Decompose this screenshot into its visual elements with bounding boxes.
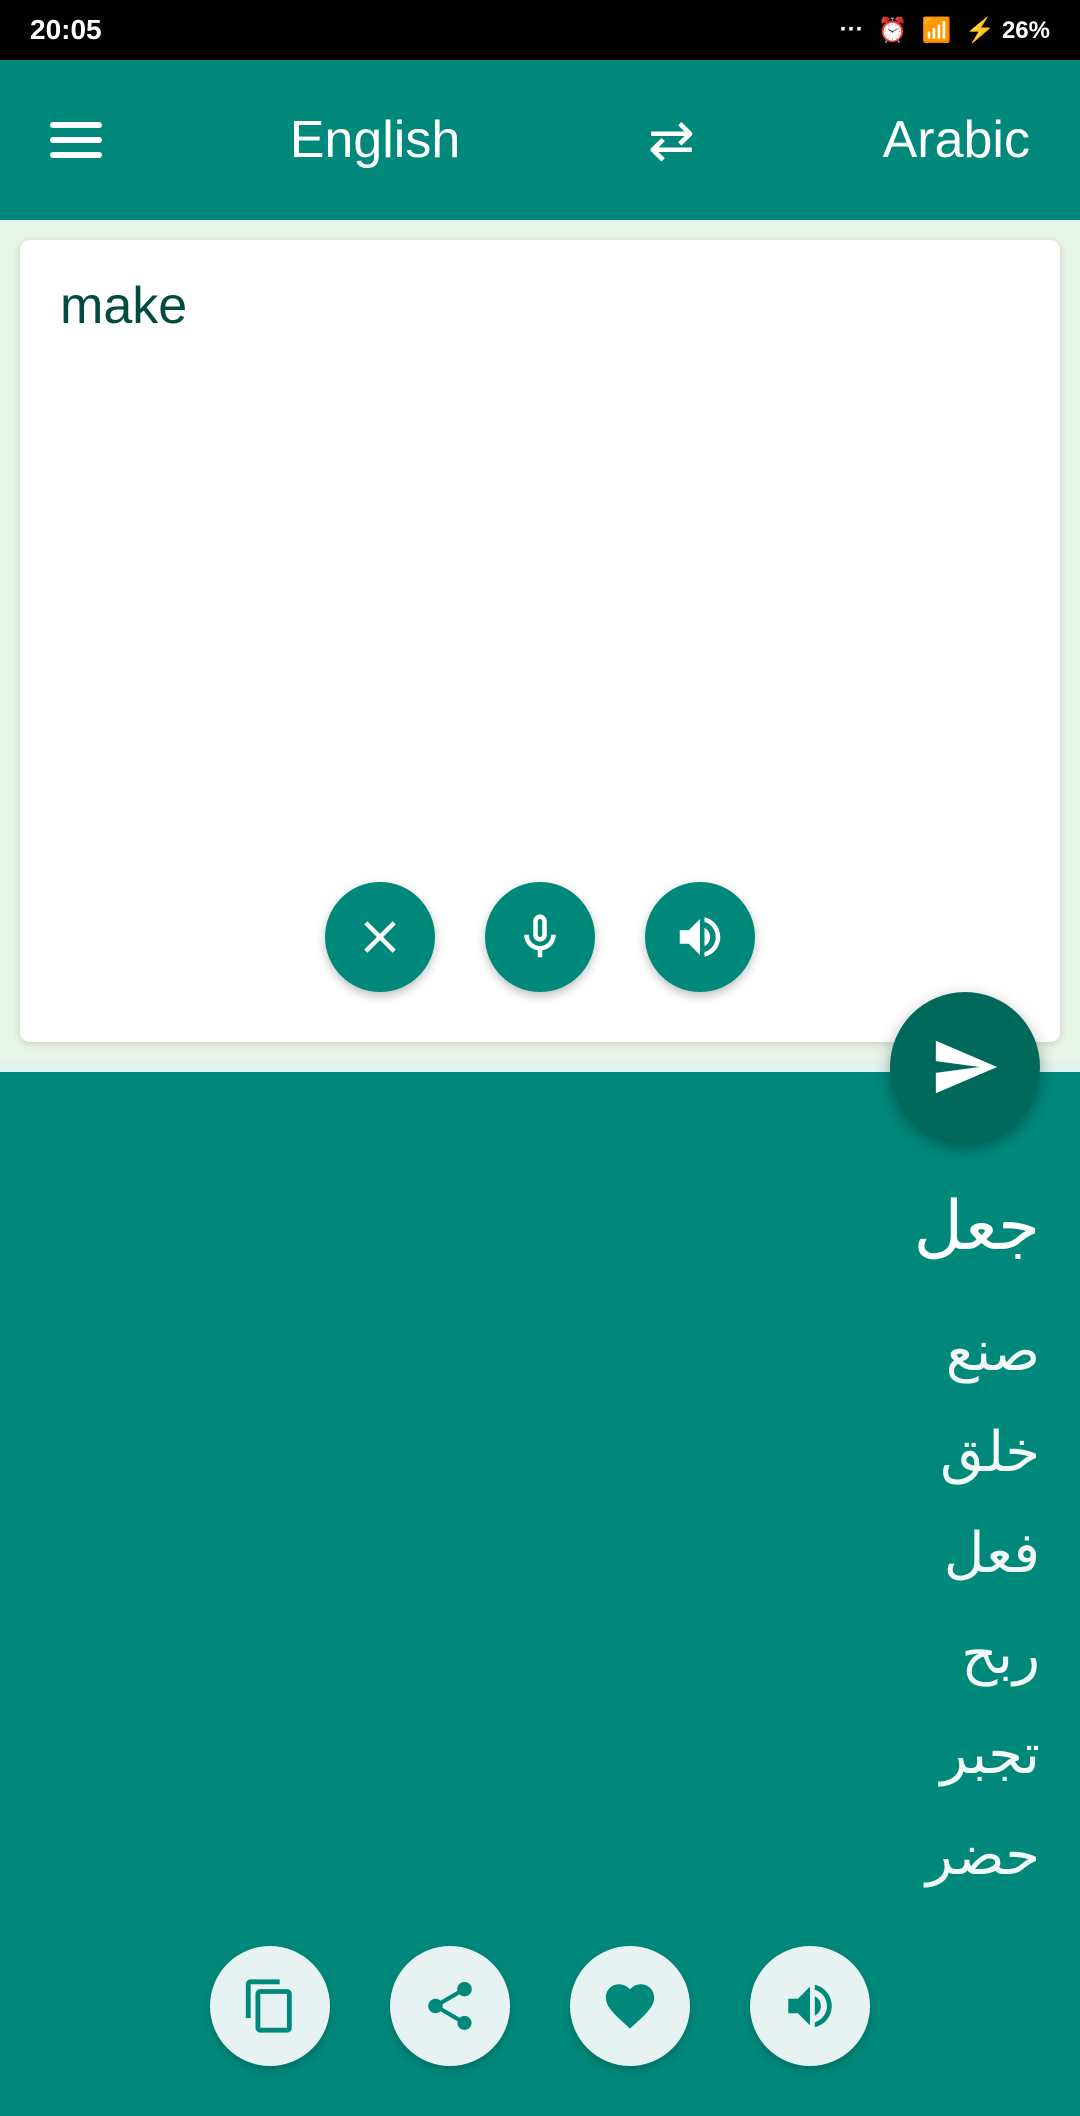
copy-button[interactable]: [210, 1946, 330, 2066]
input-section: make: [0, 220, 1080, 1062]
heart-icon: [601, 1977, 659, 2035]
alternative-translations: صنعخلقفعلربحتجبرحضر: [40, 1301, 1040, 1906]
share-button[interactable]: [390, 1946, 510, 2066]
send-icon: [930, 1032, 1000, 1102]
translation-section: جعل صنعخلقفعلربحتجبرحضر: [0, 1072, 1080, 2116]
clear-button[interactable]: [325, 882, 435, 992]
share-icon: [421, 1977, 479, 2035]
speaker-translation-icon: [781, 1977, 839, 2035]
translation-action-buttons: [40, 1946, 1040, 2076]
speaker-icon: [673, 910, 727, 964]
fab-container: [0, 992, 1080, 1142]
favorite-button[interactable]: [570, 1946, 690, 2066]
translation-output: جعل صنعخلقفعلربحتجبرحضر: [40, 1172, 1040, 1906]
source-language[interactable]: English: [290, 110, 461, 170]
sim-icon: 📶: [922, 16, 952, 45]
source-input[interactable]: make: [60, 270, 1020, 852]
dots-icon: ···: [840, 16, 864, 44]
translate-button[interactable]: [890, 992, 1040, 1142]
menu-button[interactable]: [50, 122, 102, 158]
alarm-icon: ⏰: [878, 16, 908, 45]
microphone-button[interactable]: [485, 882, 595, 992]
clear-icon: [353, 910, 407, 964]
time: 20:05: [30, 14, 102, 46]
status-icons: ··· ⏰ 📶 ⚡ 26%: [840, 16, 1050, 45]
status-bar: 20:05 ··· ⏰ 📶 ⚡ 26%: [0, 0, 1080, 60]
listen-translation-button[interactable]: [750, 1946, 870, 2066]
microphone-icon: [513, 910, 567, 964]
input-card: make: [20, 240, 1060, 1042]
battery-icon: ⚡ 26%: [965, 16, 1050, 45]
speak-source-button[interactable]: [645, 882, 755, 992]
copy-icon: [241, 1977, 299, 2035]
header: English ⇄ Arabic: [0, 60, 1080, 220]
main-translation: جعل: [40, 1172, 1040, 1281]
target-language[interactable]: Arabic: [883, 110, 1030, 170]
swap-languages-button[interactable]: ⇄: [648, 107, 695, 173]
